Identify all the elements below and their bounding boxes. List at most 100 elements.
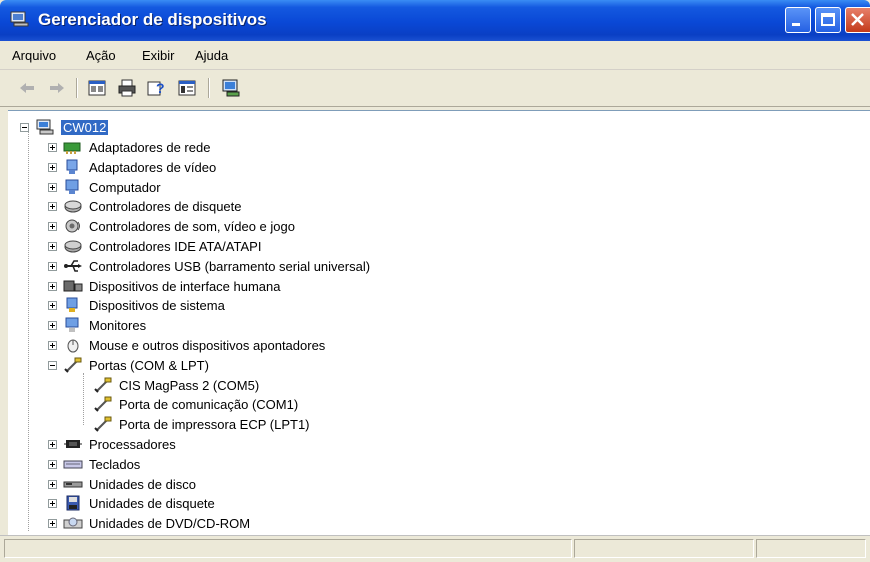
back-button[interactable] xyxy=(16,77,38,99)
tree-item[interactable]: Teclados xyxy=(48,454,140,474)
tree-item-label: Unidades de DVD/CD-ROM xyxy=(89,515,251,531)
title-bar[interactable]: Gerenciador de dispositivos xyxy=(0,0,870,41)
root-computer-label[interactable]: CW012 xyxy=(61,119,109,135)
minimize-icon xyxy=(792,23,800,26)
tree-item[interactable]: Processadores xyxy=(48,434,176,454)
expand-toggle[interactable] xyxy=(48,479,57,489)
properties-button[interactable] xyxy=(86,77,108,99)
tree-item-label: Dispositivos de interface humana xyxy=(89,278,281,294)
back-arrow-icon xyxy=(20,83,34,93)
tree-item[interactable]: Unidades de disquete xyxy=(48,493,215,513)
scan-hardware-button[interactable] xyxy=(220,77,242,99)
tree-item-label: Dispositivos de sistema xyxy=(89,297,225,313)
tree-child-item[interactable]: Porta de impressora ECP (LPT1) xyxy=(93,414,310,434)
computer-icon xyxy=(65,179,79,194)
processor-icon xyxy=(64,440,82,448)
tree-item-label: Controladores de som, vídeo e jogo xyxy=(89,218,295,234)
tree-item-label: Monitores xyxy=(89,317,147,333)
scan-hardware-icon xyxy=(222,79,240,97)
help-button[interactable]: ? xyxy=(146,77,168,99)
close-button[interactable] xyxy=(845,7,870,33)
monitor-icon xyxy=(65,317,79,332)
expand-toggle[interactable] xyxy=(48,439,57,449)
minimize-button[interactable] xyxy=(785,7,811,33)
expand-toggle[interactable] xyxy=(48,340,57,350)
tree-item-label: Controladores IDE ATA/ATAPI xyxy=(89,238,262,254)
tree-connector xyxy=(83,373,84,425)
tree-item-label: Controladores de disquete xyxy=(89,198,242,214)
expand-toggle[interactable] xyxy=(48,459,57,469)
menu-exibir[interactable]: Exibir xyxy=(142,48,175,63)
port-icon xyxy=(94,416,112,432)
expand-toggle[interactable] xyxy=(48,300,57,310)
tree-item-label: Mouse e outros dispositivos apontadores xyxy=(89,337,326,353)
print-button[interactable] xyxy=(116,77,138,99)
port-icon xyxy=(94,377,112,393)
expand-toggle[interactable] xyxy=(48,182,57,192)
device-manager-window: Gerenciador de dispositivos Arquivo Ação… xyxy=(0,0,870,562)
menu-arquivo[interactable]: Arquivo xyxy=(12,48,56,63)
tree-item[interactable]: Mouse e outros dispositivos apontadores xyxy=(48,335,325,355)
expand-toggle[interactable] xyxy=(48,142,57,152)
expand-toggle[interactable] xyxy=(48,221,57,231)
status-pane-main xyxy=(4,539,572,558)
help-icon: ? xyxy=(147,80,165,96)
status-pane-2 xyxy=(574,539,754,558)
tree-item[interactable]: Unidades de DVD/CD-ROM xyxy=(48,513,250,533)
floppy-drive-icon xyxy=(66,495,80,511)
forward-arrow-icon xyxy=(50,83,64,93)
tree-connector xyxy=(28,131,29,531)
expand-toggle[interactable] xyxy=(48,241,57,251)
tree-item-label: Unidades de disco xyxy=(89,476,196,492)
tree-item[interactable]: Controladores de som, vídeo e jogo xyxy=(48,216,295,236)
view-button[interactable] xyxy=(176,77,198,99)
floppy-controller-icon xyxy=(64,200,82,213)
expand-toggle[interactable] xyxy=(48,281,57,291)
tree-root[interactable]: CW012 xyxy=(20,117,109,137)
forward-button[interactable] xyxy=(46,77,68,99)
expand-toggle[interactable] xyxy=(48,498,57,508)
maximize-button[interactable] xyxy=(815,7,841,33)
system-device-icon xyxy=(66,297,78,312)
properties-icon xyxy=(88,80,106,96)
status-bar xyxy=(0,535,870,562)
tree-child-item[interactable]: Porta de comunicação (COM1) xyxy=(93,394,298,414)
device-tree[interactable]: CW012 Adaptadores de rede Adaptadores de … xyxy=(8,110,870,536)
expand-toggle[interactable] xyxy=(48,261,57,271)
tree-item[interactable]: Controladores USB (barramento serial uni… xyxy=(48,256,370,276)
menu-acao[interactable]: Ação xyxy=(86,48,116,63)
tree-child-item[interactable]: CIS MagPass 2 (COM5) xyxy=(93,375,259,395)
tree-item-label: Unidades de disquete xyxy=(89,495,215,511)
tree-item[interactable]: Controladores IDE ATA/ATAPI xyxy=(48,236,261,256)
expand-toggle[interactable] xyxy=(48,320,57,330)
mouse-icon xyxy=(67,339,79,353)
tree-item[interactable]: Adaptadores de rede xyxy=(48,137,210,157)
tree-item[interactable]: Dispositivos de sistema xyxy=(48,295,225,315)
tree-item-label: Teclados xyxy=(89,456,141,472)
tree-item-label: Adaptadores de rede xyxy=(89,139,211,155)
tree-item-label: CIS MagPass 2 (COM5) xyxy=(119,377,260,393)
collapse-toggle[interactable] xyxy=(48,360,57,370)
tree-item[interactable]: Dispositivos de interface humana xyxy=(48,276,281,296)
tree-item[interactable]: Portas (COM & LPT) xyxy=(48,355,209,375)
expand-toggle[interactable] xyxy=(48,518,57,528)
computer-icon xyxy=(36,119,54,135)
menu-ajuda[interactable]: Ajuda xyxy=(195,48,228,63)
tree-item[interactable]: Monitores xyxy=(48,315,146,335)
tree-item[interactable]: Controladores de disquete xyxy=(48,196,242,216)
toolbar-separator xyxy=(208,78,210,98)
expand-toggle[interactable] xyxy=(48,201,57,211)
tree-item[interactable]: Adaptadores de vídeo xyxy=(48,157,216,177)
display-adapter-icon xyxy=(66,159,78,174)
sound-icon xyxy=(65,219,80,233)
tree-item[interactable]: Computador xyxy=(48,177,161,197)
tree-item[interactable]: Unidades de disco xyxy=(48,474,196,494)
port-icon xyxy=(94,396,112,412)
collapse-toggle[interactable] xyxy=(20,122,29,132)
tree-item-label: Adaptadores de vídeo xyxy=(89,159,217,175)
expand-toggle[interactable] xyxy=(48,162,57,172)
toolbar-separator xyxy=(76,78,78,98)
device-manager-icon xyxy=(10,11,29,27)
dvd-drive-icon xyxy=(63,517,83,529)
maximize-icon xyxy=(821,13,835,26)
